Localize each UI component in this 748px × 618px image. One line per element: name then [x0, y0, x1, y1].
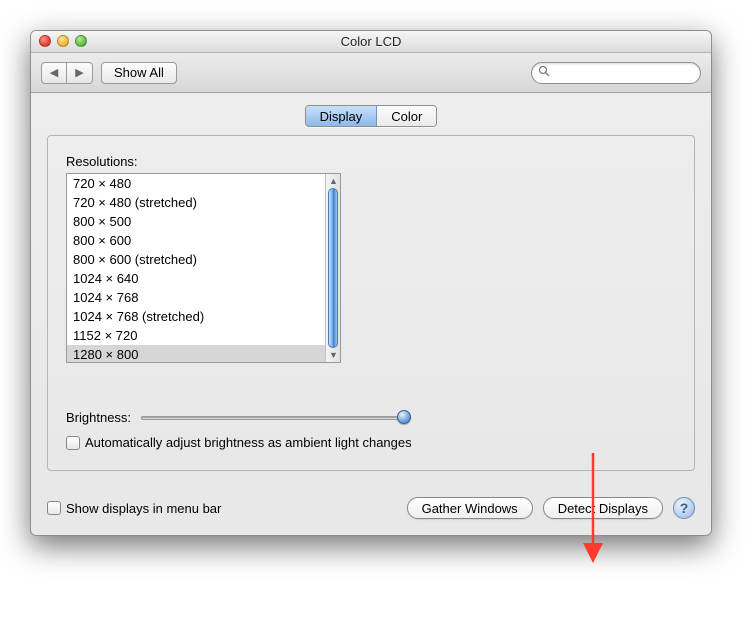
resolutions-items: 720 × 480720 × 480 (stretched)800 × 5008…: [67, 174, 325, 362]
auto-brightness-label: Automatically adjust brightness as ambie…: [85, 435, 412, 450]
triangle-left-icon: ◀: [50, 66, 58, 79]
list-item[interactable]: 1024 × 768 (stretched): [67, 307, 325, 326]
close-icon[interactable]: [39, 35, 51, 47]
list-item[interactable]: 1024 × 768: [67, 288, 325, 307]
auto-brightness-checkbox[interactable]: [66, 436, 80, 450]
search-icon: [538, 65, 550, 80]
list-item[interactable]: 800 × 500: [67, 212, 325, 231]
slider-knob[interactable]: [397, 410, 411, 424]
auto-brightness-checkbox-row[interactable]: Automatically adjust brightness as ambie…: [66, 435, 676, 450]
menubar-checkbox[interactable]: [47, 501, 61, 515]
window-title: Color LCD: [341, 34, 402, 49]
list-item[interactable]: 1152 × 720: [67, 326, 325, 345]
show-all-label: Show All: [114, 65, 164, 80]
triangle-right-icon: ▶: [75, 66, 83, 79]
zoom-icon[interactable]: [75, 35, 87, 47]
titlebar: Color LCD: [31, 31, 711, 53]
menubar-checkbox-row[interactable]: Show displays in menu bar: [47, 501, 221, 516]
list-item[interactable]: 800 × 600 (stretched): [67, 250, 325, 269]
scroll-up-icon[interactable]: ▲: [329, 176, 338, 186]
list-item[interactable]: 800 × 600: [67, 231, 325, 250]
tab-group: Display Color: [305, 105, 438, 127]
show-all-button[interactable]: Show All: [101, 62, 177, 84]
minimize-icon[interactable]: [57, 35, 69, 47]
brightness-slider[interactable]: [141, 409, 411, 425]
footer: Show displays in menu bar Gather Windows…: [31, 487, 711, 535]
traffic-lights: [39, 35, 87, 47]
list-item[interactable]: 1024 × 640: [67, 269, 325, 288]
nav-back-forward: ◀ ▶: [41, 62, 93, 84]
brightness-label: Brightness:: [66, 410, 131, 425]
tab-display[interactable]: Display: [306, 106, 378, 126]
detect-displays-button[interactable]: Detect Displays: [543, 497, 663, 519]
search-field[interactable]: [531, 62, 701, 84]
help-button[interactable]: ?: [673, 497, 695, 519]
slider-track: [141, 416, 411, 420]
resolutions-label: Resolutions:: [66, 154, 676, 169]
scroll-thumb[interactable]: [328, 188, 338, 348]
tab-color[interactable]: Color: [377, 106, 436, 126]
menubar-label: Show displays in menu bar: [66, 501, 221, 516]
resolutions-listbox[interactable]: 720 × 480720 × 480 (stretched)800 × 5008…: [66, 173, 341, 363]
gather-windows-button[interactable]: Gather Windows: [407, 497, 533, 519]
list-item[interactable]: 720 × 480: [67, 174, 325, 193]
list-item[interactable]: 720 × 480 (stretched): [67, 193, 325, 212]
list-item[interactable]: 1280 × 800: [67, 345, 325, 362]
scroll-down-icon[interactable]: ▼: [329, 350, 338, 360]
back-button[interactable]: ◀: [41, 62, 67, 84]
display-panel: Resolutions: 720 × 480720 × 480 (stretch…: [47, 135, 695, 471]
search-input[interactable]: [552, 66, 707, 80]
question-icon: ?: [680, 500, 689, 516]
forward-button[interactable]: ▶: [67, 62, 93, 84]
preferences-window: Color LCD ◀ ▶ Show All Display Color: [30, 30, 712, 536]
scrollbar[interactable]: ▲ ▼: [325, 174, 340, 362]
toolbar: ◀ ▶ Show All: [31, 53, 711, 93]
